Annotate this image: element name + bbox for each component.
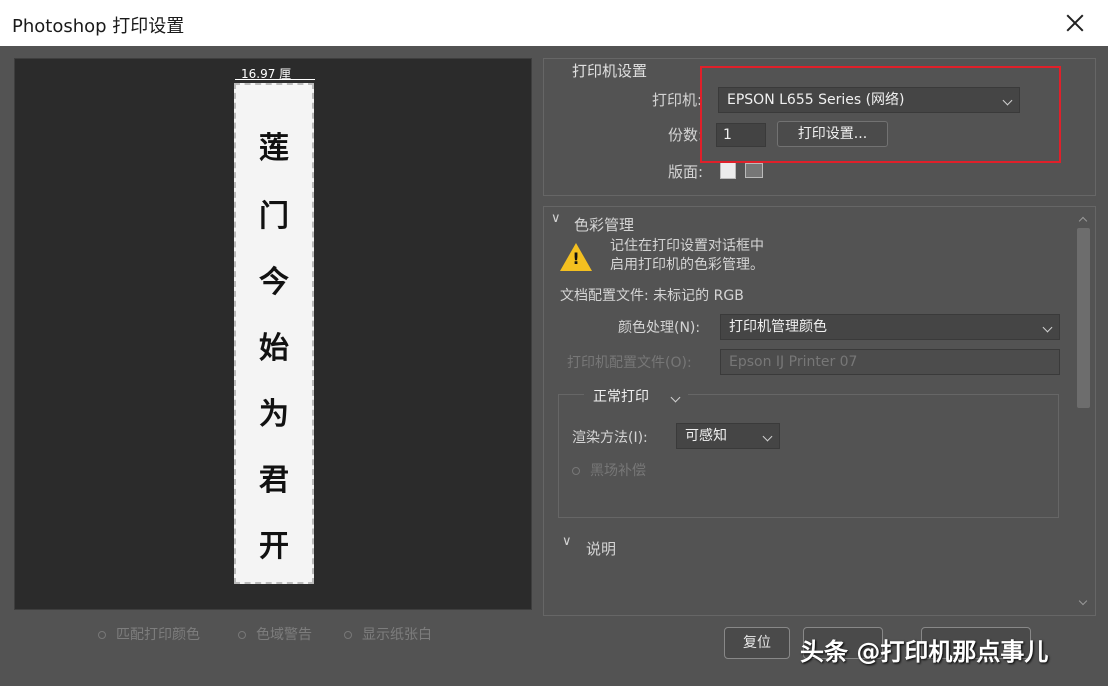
print-mode-select[interactable]: 正常打印 <box>584 384 688 410</box>
calligraphy-char: 开 <box>259 529 289 564</box>
rendering-intent-select[interactable]: 可感知 <box>676 423 780 449</box>
scroll-up-icon[interactable] <box>1078 216 1088 226</box>
color-handling-value: 打印机管理颜色 <box>729 319 827 335</box>
warning-text-line2: 启用打印机的色彩管理。 <box>610 257 764 273</box>
scrollbar[interactable] <box>1075 212 1092 612</box>
printer-setup-legend: 打印机设置 <box>572 62 648 80</box>
calligraphy-char: 君 <box>259 463 289 498</box>
checkbox-label: 色域警告 <box>256 627 312 643</box>
preview-paper: 莲 门 今 始 为 君 开 <box>234 83 314 584</box>
gamut-warning-checkbox[interactable]: 色域警告 <box>238 624 312 644</box>
watermark-text: 头条 @打印机那点事儿 <box>800 638 1049 666</box>
calligraphy-char: 门 <box>259 199 289 234</box>
copies-label: 份数: <box>668 126 704 144</box>
color-management-header[interactable]: 色彩管理 <box>574 214 634 235</box>
title-bar: Photoshop 打印设置 <box>0 0 1108 46</box>
chevron-down-icon <box>1042 322 1053 333</box>
calligraphy-char: 莲 <box>259 131 289 166</box>
checkbox-icon <box>238 631 246 639</box>
description-header[interactable]: 说明 <box>586 538 616 559</box>
checkbox-label: 显示纸张白 <box>362 627 432 643</box>
printer-profile-select: Epson IJ Printer 07 <box>720 349 1060 375</box>
close-icon[interactable] <box>1060 8 1090 38</box>
calligraphy-char: 今 <box>259 265 289 300</box>
scroll-down-icon[interactable] <box>1078 596 1088 606</box>
warning-exclamation: ! <box>572 249 580 268</box>
chevron-down-icon <box>762 431 773 442</box>
chevron-down-icon[interactable]: ∨ <box>562 534 572 549</box>
match-print-colors-checkbox[interactable]: 匹配打印颜色 <box>98 624 200 644</box>
reset-button[interactable]: 复位 <box>724 627 790 659</box>
show-paper-white-checkbox[interactable]: 显示纸张白 <box>344 624 432 644</box>
printer-label: 打印机: <box>652 91 703 109</box>
portrait-orientation-icon[interactable] <box>720 161 736 179</box>
highlight-box <box>700 66 1061 163</box>
printer-profile-label: 打印机配置文件(O): <box>567 355 692 371</box>
print-mode-group <box>558 394 1059 518</box>
color-handling-label: 颜色处理(N): <box>618 320 701 336</box>
print-mode-value: 正常打印 <box>593 389 649 405</box>
printer-profile-value: Epson IJ Printer 07 <box>729 354 858 370</box>
rendering-intent-label: 渲染方法(I): <box>572 430 648 446</box>
warning-text-line1: 记住在打印设置对话框中 <box>610 238 764 254</box>
color-handling-select[interactable]: 打印机管理颜色 <box>720 314 1060 340</box>
document-profile: 文档配置文件: 未标记的 RGB <box>560 288 744 304</box>
checkbox-icon <box>98 631 106 639</box>
layout-label: 版面: <box>668 163 704 181</box>
landscape-orientation-icon[interactable] <box>745 163 763 178</box>
scrollbar-thumb[interactable] <box>1077 228 1090 408</box>
checkbox-icon <box>344 631 352 639</box>
checkbox-icon <box>572 467 580 475</box>
calligraphy-char: 为 <box>259 397 289 432</box>
print-preview: 16.97 厘 莲 门 今 始 为 君 开 <box>14 58 532 610</box>
window-title: Photoshop 打印设置 <box>12 16 185 37</box>
calligraphy-char: 始 <box>259 331 289 366</box>
chevron-down-icon[interactable]: ∨ <box>551 211 561 226</box>
black-point-compensation-checkbox: 黑场补偿 <box>572 460 646 480</box>
black-point-compensation-label: 黑场补偿 <box>590 463 646 479</box>
rendering-intent-value: 可感知 <box>685 428 727 444</box>
ruler-line <box>235 79 315 80</box>
chevron-down-icon <box>670 392 681 403</box>
checkbox-label: 匹配打印颜色 <box>116 627 200 643</box>
